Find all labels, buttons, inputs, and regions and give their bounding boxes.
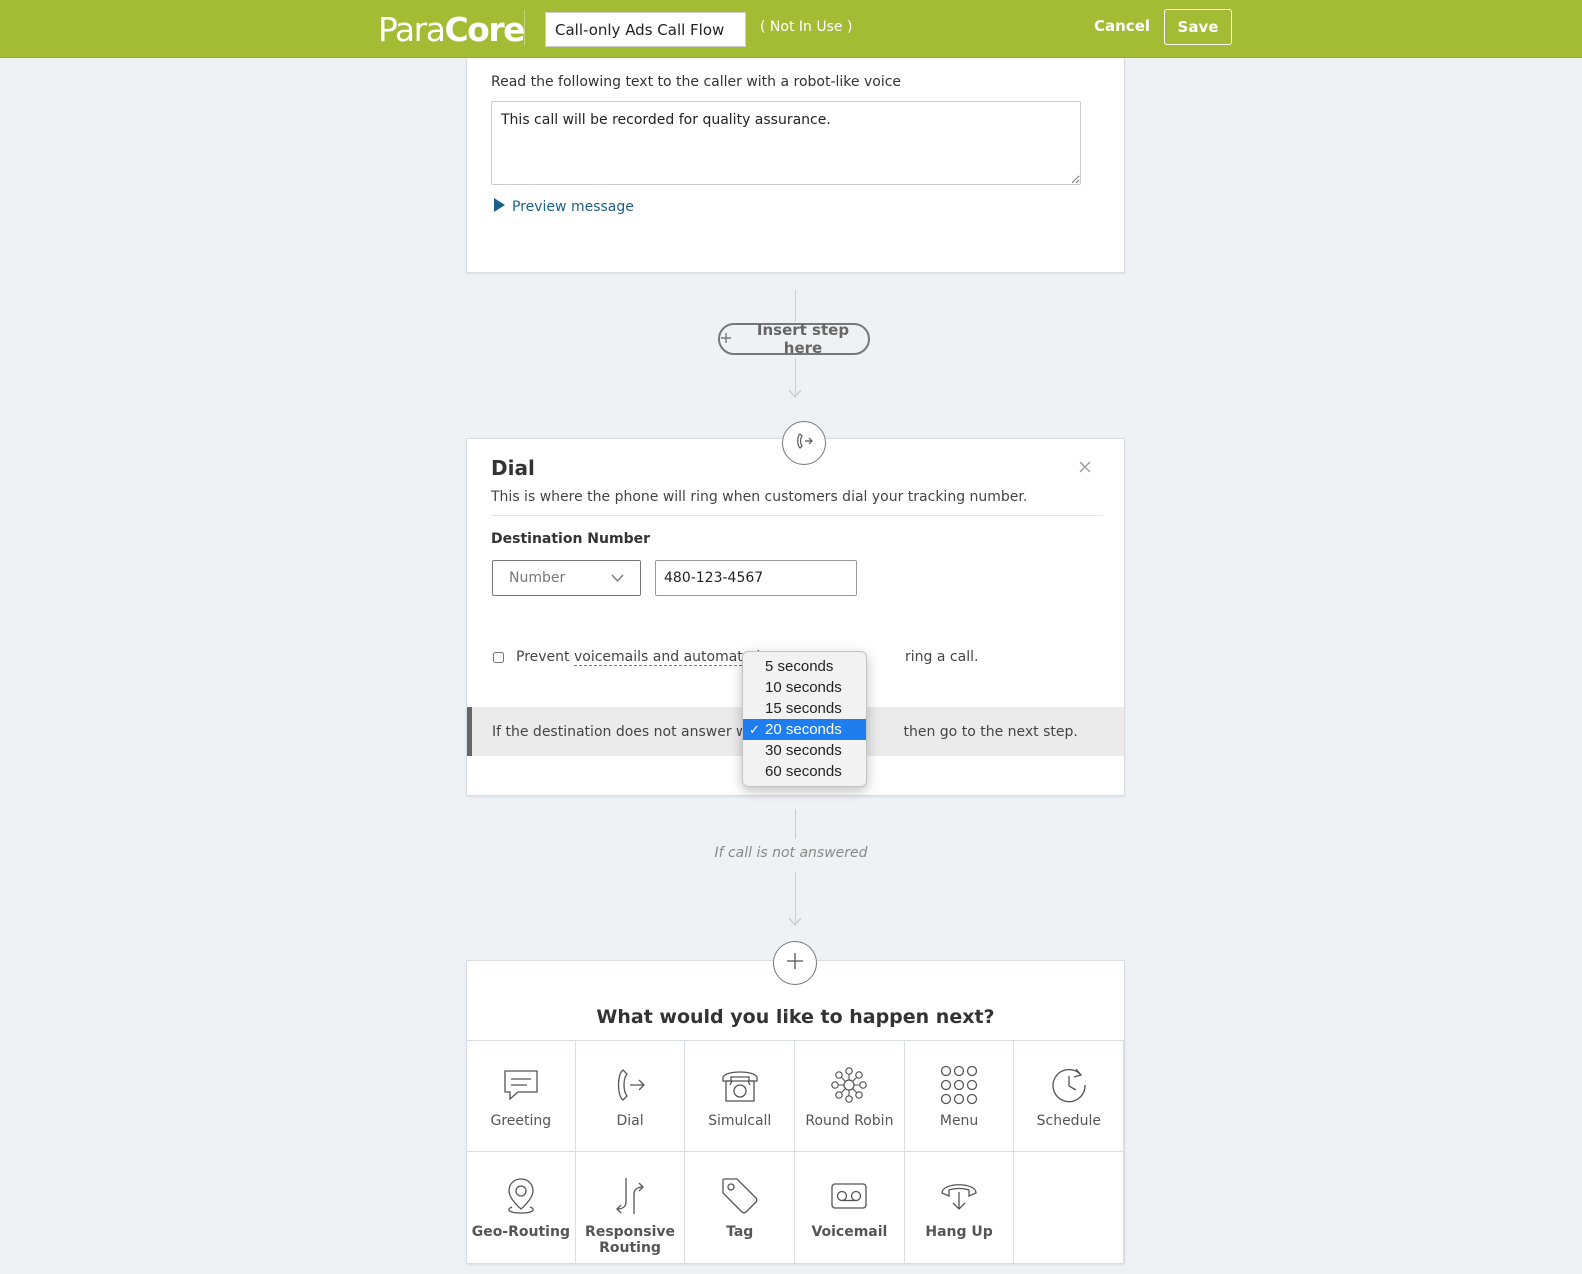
step-option-simulcall[interactable]: Simulcall: [685, 1041, 796, 1152]
next-step-title: What would you like to happen next?: [596, 1006, 995, 1028]
arrow-down-icon: [788, 917, 802, 926]
arrow-down-icon: [788, 389, 802, 398]
chevron-down-icon: [611, 570, 624, 586]
schedule-icon: [1047, 1063, 1091, 1107]
timeout-prefix: If the destination does not answer withi…: [492, 723, 779, 740]
timeout-suffix: then go to the next step.: [903, 723, 1078, 740]
greeting-step-card: Read the following text to the caller wi…: [466, 58, 1125, 273]
dial-step-title: Dial: [491, 456, 535, 480]
save-button[interactable]: Save: [1164, 9, 1232, 45]
hang-up-icon: [937, 1174, 981, 1218]
close-icon[interactable]: [1079, 456, 1091, 479]
flow-status: ( Not In Use ): [760, 19, 853, 35]
geo-routing-icon: [499, 1174, 543, 1218]
step-options-grid: Greeting Dial Simulcall Round Robin Menu: [466, 1040, 1125, 1264]
insert-step-label: Insert step here: [756, 321, 850, 357]
step-option-voicemail[interactable]: Voicemail: [795, 1152, 905, 1264]
preview-message-label: Preview message: [512, 199, 634, 215]
menu-icon: [937, 1063, 981, 1107]
timeout-option[interactable]: 5 seconds: [743, 656, 866, 677]
step-option-hang-up[interactable]: Hang Up: [904, 1152, 1015, 1264]
step-option-menu[interactable]: Menu: [904, 1041, 1015, 1152]
cancel-button[interactable]: Cancel: [1094, 17, 1150, 35]
preview-message-link[interactable]: Preview message: [493, 197, 634, 217]
greeting-icon: [499, 1063, 543, 1107]
round-robin-icon: [827, 1063, 871, 1107]
timeout-option[interactable]: 30 seconds: [743, 740, 866, 761]
step-option-round-robin[interactable]: Round Robin: [795, 1041, 905, 1152]
plus-icon: [786, 952, 804, 975]
voicemail-icon: [827, 1174, 871, 1218]
dial-step-description: This is where the phone will ring when c…: [491, 489, 1028, 505]
step-option-tag[interactable]: Tag: [685, 1152, 796, 1264]
destination-number-label: Destination Number: [491, 531, 650, 547]
prevent-suffix: ring a call.: [905, 649, 979, 665]
prevent-prefix: Prevent: [516, 649, 570, 665]
tag-icon: [718, 1174, 762, 1218]
insert-step-button[interactable]: Insert step here: [718, 321, 870, 357]
timeout-option[interactable]: 15 seconds: [743, 698, 866, 719]
play-icon: [493, 197, 506, 217]
prevent-voicemail-checkbox[interactable]: [493, 651, 504, 663]
step-option-responsive-routing[interactable]: Responsive Routing: [575, 1152, 686, 1264]
timeout-option-selected[interactable]: ✓ 20 seconds: [743, 719, 866, 740]
add-step-icon-circle[interactable]: [773, 941, 817, 985]
header-divider: [524, 10, 525, 46]
prevent-voicemail-row: Prevent voicemails and automated s ring a…: [493, 649, 979, 666]
next-step-card: What would you like to happen next? Gree…: [466, 960, 1125, 1264]
connector-line: [795, 290, 796, 322]
destination-type-value: Number: [509, 570, 566, 586]
greeting-message-textarea[interactable]: This call will be recorded for quality a…: [491, 101, 1081, 185]
step-option-geo-routing[interactable]: Geo-Routing: [466, 1152, 576, 1264]
flow-name-input[interactable]: [545, 12, 746, 47]
not-answered-label: If call is not answered: [714, 845, 868, 861]
destination-number-input[interactable]: [655, 560, 857, 596]
timeout-option[interactable]: 10 seconds: [743, 677, 866, 698]
simulcall-icon: [718, 1063, 762, 1107]
checkmark-icon: ✓: [749, 722, 760, 737]
plus-icon: [720, 330, 732, 348]
dial-icon: [794, 431, 814, 456]
empty-tile: [1014, 1152, 1125, 1264]
timeout-dropdown[interactable]: 5 seconds 10 seconds 15 seconds ✓ 20 seco…: [742, 651, 867, 787]
dial-step-icon-circle: [782, 421, 826, 465]
step-option-schedule[interactable]: Schedule: [1014, 1041, 1125, 1152]
step-option-dial[interactable]: Dial: [575, 1041, 686, 1152]
step-option-greeting[interactable]: Greeting: [466, 1041, 576, 1152]
greeting-instruction: Read the following text to the caller wi…: [491, 74, 902, 90]
responsive-routing-icon: [608, 1174, 652, 1218]
top-bar: ParaCore ( Not In Use ) Cancel Save: [0, 0, 1582, 58]
dial-icon: [608, 1063, 652, 1107]
paracore-logo[interactable]: ParaCore: [378, 10, 525, 49]
connector-line: [795, 809, 796, 839]
timeout-option[interactable]: 60 seconds: [743, 761, 866, 782]
destination-type-select[interactable]: Number: [492, 560, 641, 596]
divider: [491, 515, 1103, 516]
